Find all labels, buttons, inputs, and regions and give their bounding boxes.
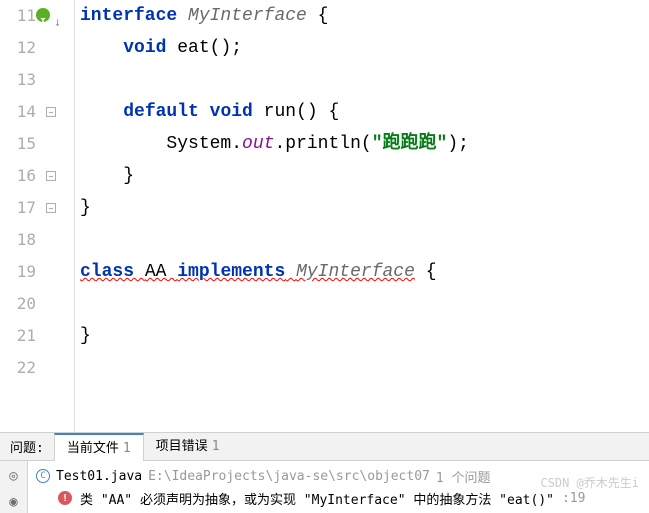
tool-column: ◎ ◉ xyxy=(0,461,28,513)
problems-panel: 问题: 当前文件1 项目错误1 ◎ ◉ C Test01.java E:\Ide… xyxy=(0,432,649,513)
eye-icon[interactable]: ◉ xyxy=(5,493,23,511)
error-icon: ! xyxy=(58,491,72,505)
target-icon[interactable]: ◎ xyxy=(5,467,23,485)
line-number: 12 xyxy=(0,32,36,64)
gutter: 11↓ 12 13 14 15 16 17 18 19 20 21 22 xyxy=(0,0,50,432)
java-file-icon: C xyxy=(36,469,50,483)
tab-project-errors[interactable]: 项目错误1 xyxy=(144,433,232,461)
line-number: 21 xyxy=(0,320,36,352)
implements-icon[interactable] xyxy=(36,8,50,22)
line-number: 19 xyxy=(0,256,36,288)
line-number: 16 xyxy=(0,160,36,192)
line-number: 17 xyxy=(0,192,36,224)
error-message: 类 "AA" 必须声明为抽象，或为实现 "MyInterface" 中的抽象方法… xyxy=(80,489,554,508)
line-number: 15 xyxy=(0,128,36,160)
problem-item[interactable]: ! 类 "AA" 必须声明为抽象，或为实现 "MyInterface" 中的抽象… xyxy=(36,487,641,509)
line-number: 11↓ xyxy=(0,0,36,32)
tab-current-file[interactable]: 当前文件1 xyxy=(54,433,144,461)
line-number: 18 xyxy=(0,224,36,256)
line-number: 20 xyxy=(0,288,36,320)
error-location: :19 xyxy=(562,491,585,506)
file-name: Test01.java xyxy=(56,469,142,484)
line-number: 13 xyxy=(0,64,36,96)
code-editor[interactable]: 11↓ 12 13 14 15 16 17 18 19 20 21 22 int… xyxy=(0,0,649,432)
line-number: 14 xyxy=(0,96,36,128)
problems-tabs: 问题: 当前文件1 项目错误1 xyxy=(0,433,649,461)
file-path: E:\IdeaProjects\java-se\src\object07 xyxy=(148,469,430,484)
problem-count: 1 个问题 xyxy=(436,467,491,486)
line-number: 22 xyxy=(0,352,36,384)
code-area[interactable]: interface MyInterface { void eat(); defa… xyxy=(50,0,649,432)
problem-file-row[interactable]: C Test01.java E:\IdeaProjects\java-se\sr… xyxy=(36,465,641,487)
problems-label: 问题: xyxy=(0,437,54,456)
